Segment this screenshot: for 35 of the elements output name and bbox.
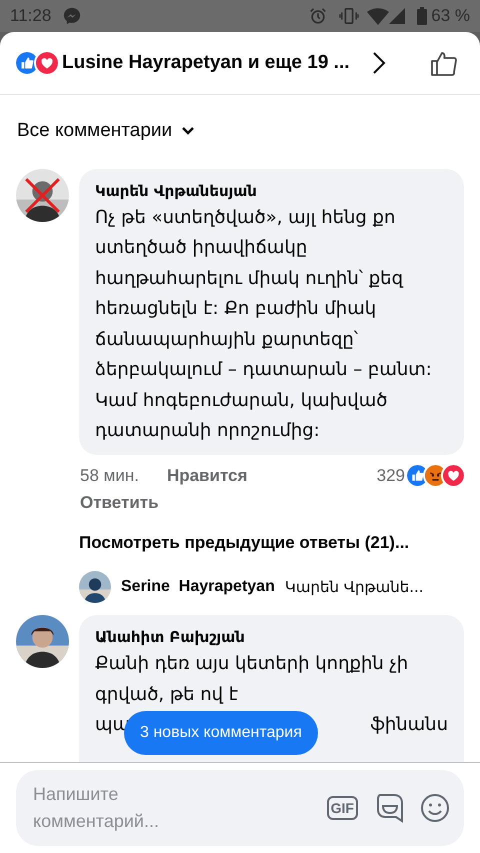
- comment-input-field[interactable]: Напишите комментарий... GIF: [16, 770, 464, 846]
- chevron-right-icon[interactable]: [372, 51, 386, 75]
- previous-replies-link[interactable]: Посмотреть предыдущие ответы (21)...: [79, 530, 410, 555]
- reactors-link[interactable]: Lusine Hayrapetyan и еще 19 ...: [62, 48, 350, 78]
- comment-text: ֆինանս: [370, 713, 448, 737]
- messenger-icon: [63, 7, 82, 25]
- wifi-icon: [367, 8, 390, 24]
- thumbs-up-icon[interactable]: [430, 49, 458, 77]
- comment-author[interactable]: Անահիտ Բախշյան: [95, 625, 448, 649]
- like-reaction-icon: [16, 52, 38, 74]
- reply-link[interactable]: Ответить: [79, 490, 159, 516]
- reply-author[interactable]: Serine Hayrapetyan: [121, 575, 275, 599]
- heart-reaction-icon: [36, 52, 58, 74]
- like-link[interactable]: Нравится: [166, 462, 248, 488]
- sticker-icon[interactable]: [376, 793, 404, 823]
- heart-reaction-icon: [443, 464, 464, 486]
- emoji-icon[interactable]: [420, 793, 450, 823]
- gif-button[interactable]: GIF: [326, 796, 358, 820]
- angry-reaction-icon: [425, 464, 446, 486]
- alarm-icon: [309, 7, 328, 25]
- reaction-count: 329: [376, 464, 405, 486]
- comment-author[interactable]: Կարեն Վրթանեսյան: [95, 178, 448, 202]
- caret-icon: [182, 127, 194, 136]
- comment-text: Ոչ թե «ստեղծված», այլ հենց քո ստեղծած իրավիճակը հաղթահարելու միակ ուղին՝ քեզ հեռացնելն է: Քո բաժին միակ ճանապարհային քարտեզը՝ ձերբակալում – դատարան – բանտ: Կամ հոգեբուժարան, կախված դատարանի որոշումից:: [95, 206, 433, 443]
- comment-text: գրված, թե ով է: [95, 682, 240, 706]
- comment-text: Քանի դեռ այս կետերի կողքին չի: [95, 652, 410, 676]
- signal-icon: [389, 8, 406, 24]
- comment-time: 58 мин.: [80, 464, 139, 486]
- battery-icon: [417, 7, 428, 25]
- vibrate-icon: [339, 7, 360, 25]
- comment-filter-dropdown[interactable]: Все комментарии: [17, 117, 194, 146]
- battery-level: 63 %: [431, 5, 470, 28]
- reply-preview: Կարեն Վրթանե...: [284, 576, 424, 598]
- like-reaction-icon: [407, 464, 428, 486]
- clock: 11:28: [10, 5, 52, 28]
